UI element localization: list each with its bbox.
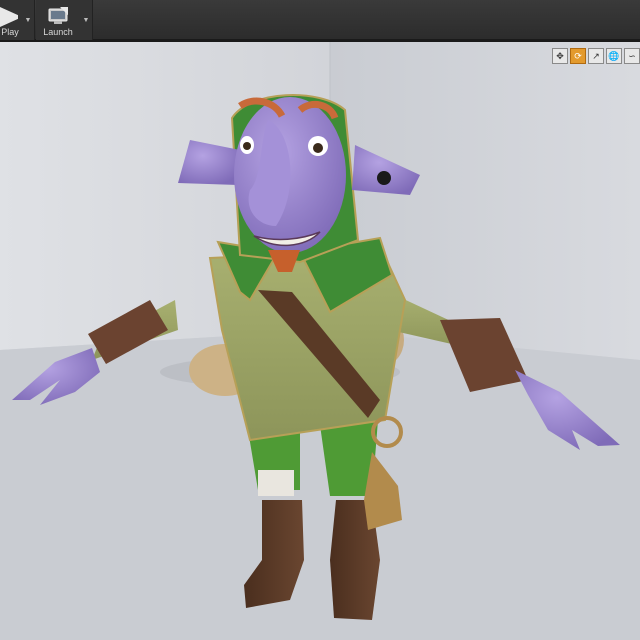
play-icon: [0, 7, 18, 27]
surface-snapping-icon: ∽: [628, 50, 636, 61]
world-space-icon: 🌐: [608, 50, 620, 61]
viewport-scene: [0, 42, 640, 640]
viewport-transform-toolbar: ✥ ⟳ ↗ 🌐 ∽: [552, 48, 640, 64]
play-label: Play: [1, 27, 19, 37]
surface-snapping-button[interactable]: ∽: [624, 48, 640, 64]
editor-toolbar: Play ▼ Launch ▼: [0, 0, 640, 42]
level-viewport[interactable]: ✥ ⟳ ↗ 🌐 ∽: [0, 42, 640, 640]
move-transform-icon: ✥: [556, 50, 564, 61]
launch-label: Launch: [43, 27, 73, 37]
move-transform-button[interactable]: ✥: [552, 48, 568, 64]
world-space-button[interactable]: 🌐: [606, 48, 622, 64]
play-options-dropdown[interactable]: ▼: [22, 0, 34, 40]
launch-button[interactable]: Launch: [36, 0, 80, 40]
launch-icon: [48, 7, 68, 24]
play-button[interactable]: Play: [0, 0, 22, 40]
play-button-group: Play ▼: [0, 0, 35, 40]
rotate-transform-icon: ⟳: [574, 50, 582, 61]
scale-transform-icon: ↗: [592, 50, 600, 61]
launch-options-dropdown[interactable]: ▼: [80, 0, 92, 40]
rotate-transform-button[interactable]: ⟳: [570, 48, 586, 64]
launch-button-group: Launch ▼: [36, 0, 93, 40]
scale-transform-button[interactable]: ↗: [588, 48, 604, 64]
